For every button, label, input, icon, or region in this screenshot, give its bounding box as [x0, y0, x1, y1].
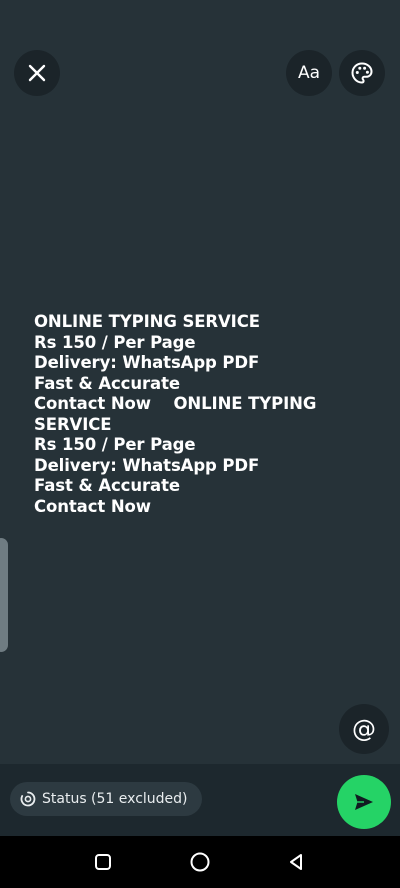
font-style-button[interactable]: Aa — [286, 50, 332, 96]
system-navigation-bar — [0, 836, 400, 888]
at-sign-icon: @ — [352, 715, 376, 743]
status-composer-screen: Aa ONLINE TYPING SERVICE Rs 150 / Per Pa… — [0, 0, 400, 888]
send-button[interactable] — [337, 775, 391, 829]
status-ring-icon — [20, 791, 36, 807]
back-icon — [290, 854, 302, 870]
status-text-content[interactable]: ONLINE TYPING SERVICE Rs 150 / Per Page … — [34, 312, 394, 517]
side-drawer-handle[interactable] — [0, 538, 8, 652]
mention-button[interactable]: @ — [339, 704, 389, 754]
composer-footer: Status (51 excluded) — [0, 764, 400, 836]
status-audience-label: Status (51 excluded) — [42, 791, 188, 807]
send-icon — [355, 794, 373, 810]
recent-apps-icon — [95, 854, 111, 870]
back-button[interactable] — [284, 850, 308, 874]
recent-apps-button[interactable] — [91, 850, 115, 874]
palette-icon — [351, 62, 373, 84]
status-audience-chip[interactable]: Status (51 excluded) — [10, 782, 202, 816]
background-color-button[interactable] — [339, 50, 385, 96]
close-button[interactable] — [14, 50, 60, 96]
close-icon — [28, 64, 46, 82]
home-icon — [190, 852, 210, 872]
font-style-label: Aa — [297, 63, 321, 83]
home-button[interactable] — [188, 850, 212, 874]
